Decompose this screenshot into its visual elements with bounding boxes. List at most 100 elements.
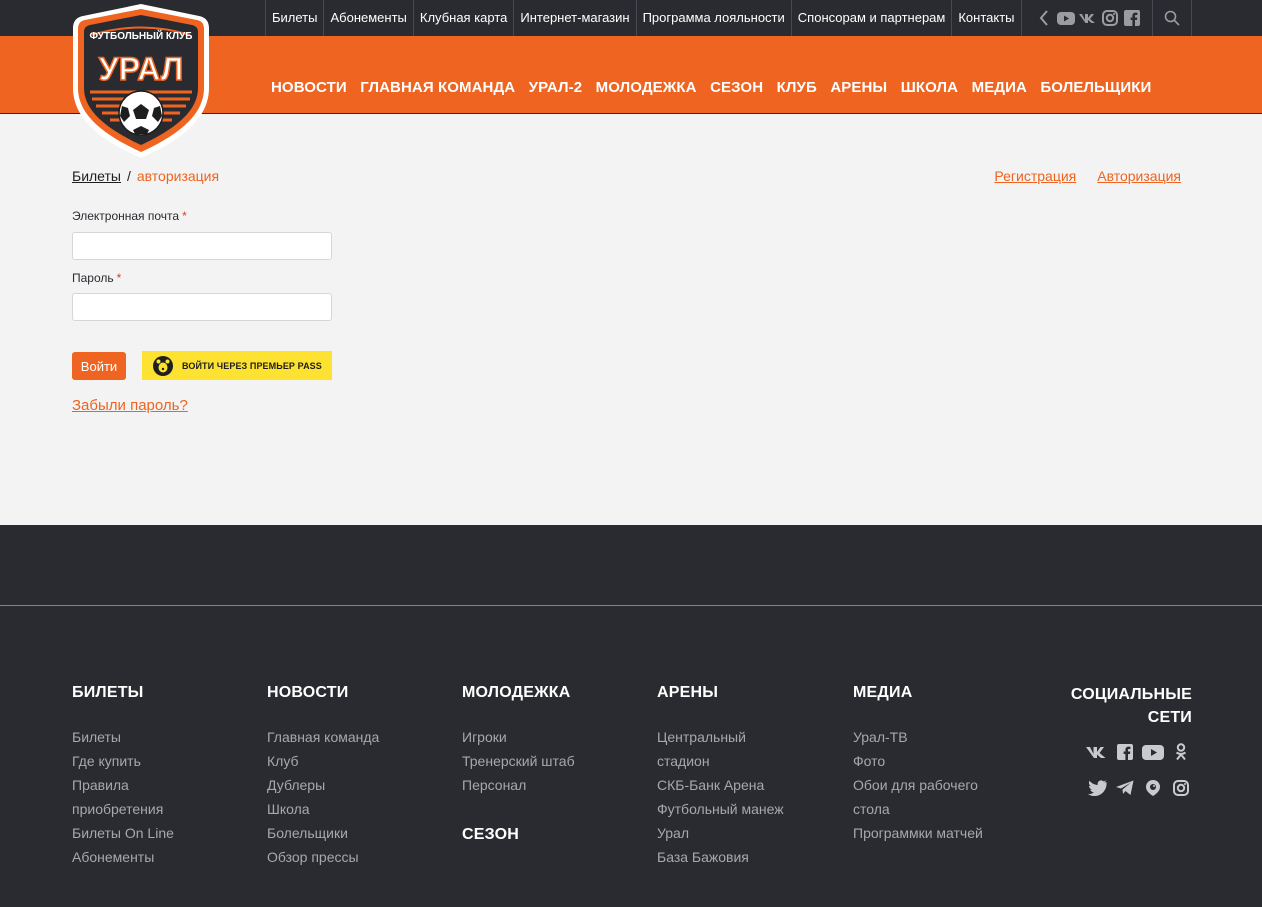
footer-link[interactable]: Билеты xyxy=(72,725,174,749)
instagram-icon[interactable] xyxy=(1099,0,1121,36)
footer-link[interactable]: Урал-ТВ xyxy=(853,725,983,749)
youtube-icon[interactable] xyxy=(1142,741,1164,763)
email-field[interactable] xyxy=(72,232,332,260)
footer-link[interactable]: Дублеры xyxy=(267,773,379,797)
social-title-line2: СЕТИ xyxy=(1147,709,1192,726)
login-link[interactable]: Авторизация xyxy=(1097,168,1181,184)
top-nav: Билеты Абонементы Клубная карта Интернет… xyxy=(265,0,1022,36)
email-label-text: Электронная почта xyxy=(72,209,180,223)
social-row-2 xyxy=(1071,777,1192,799)
twitter-icon[interactable] xyxy=(1086,777,1108,799)
footer-column-media: МЕДИА Урал-ТВ Фото Обои для рабочего сто… xyxy=(853,683,983,845)
main-nav-fans[interactable]: БОЛЕЛЬЩИКИ xyxy=(1040,79,1151,96)
footer-heading: МЕДИА xyxy=(853,684,913,701)
email-label: Электронная почта * xyxy=(72,209,187,223)
social-title-line1: СОЦИАЛЬНЫЕ xyxy=(1070,686,1192,703)
footer-link[interactable]: стадион xyxy=(657,749,784,773)
top-nav-club-card[interactable]: Клубная карта xyxy=(412,0,514,36)
top-nav-subscriptions[interactable]: Абонементы xyxy=(323,0,412,36)
footer-link[interactable]: Персонал xyxy=(462,773,575,797)
premier-pass-label: ВОЙТИ ЧЕРЕЗ ПРЕМЬЕР PASS xyxy=(182,360,322,371)
top-nav-tickets[interactable]: Билеты xyxy=(265,0,323,36)
footer-link[interactable]: Болельщики xyxy=(267,821,379,845)
social-row-1 xyxy=(1071,741,1192,763)
password-label-text: Пароль xyxy=(72,271,114,285)
main-nav-ural-2[interactable]: УРАЛ-2 xyxy=(529,79,583,96)
footer-link[interactable]: СКБ-Банк Арена xyxy=(657,773,784,797)
footer-link[interactable]: Урал xyxy=(657,821,784,845)
password-label: Пароль * xyxy=(72,271,121,285)
odnoklassniki-icon[interactable] xyxy=(1170,741,1192,763)
search-icon[interactable] xyxy=(1152,0,1192,36)
footer-link[interactable]: Тренерский штаб xyxy=(462,749,575,773)
footer-column-tickets: БИЛЕТЫ Билеты Где купить Правила приобре… xyxy=(72,683,174,869)
auth-links: Регистрация Авторизация xyxy=(973,168,1181,184)
footer-column-youth: МОЛОДЕЖКА Игроки Тренерский штаб Персона… xyxy=(462,683,575,844)
main-nav-youth[interactable]: МОЛОДЕЖКА xyxy=(596,79,697,96)
breadcrumb-current: авторизация xyxy=(136,168,220,184)
footer-heading-social: СОЦИАЛЬНЫЕ СЕТИ xyxy=(1071,683,1192,729)
footer-link[interactable]: Программки матчей xyxy=(853,821,983,845)
required-mark: * xyxy=(182,209,187,223)
footer-heading: БИЛЕТЫ xyxy=(72,684,144,701)
register-link[interactable]: Регистрация xyxy=(994,168,1076,184)
facebook-icon[interactable] xyxy=(1121,0,1143,36)
footer-link[interactable]: Главная команда xyxy=(267,725,379,749)
footer-link[interactable]: Билеты On Line xyxy=(72,821,174,845)
footer-heading: МОЛОДЕЖКА xyxy=(462,684,571,701)
breadcrumb-separator: / xyxy=(126,168,131,184)
main-nav-season[interactable]: СЕЗОН xyxy=(710,79,763,96)
footer-heading: АРЕНЫ xyxy=(657,684,719,701)
footer-link[interactable]: Обои для рабочего xyxy=(853,773,983,797)
club-logo[interactable]: ФУТБОЛЬНЫЙ КЛУБ УРАЛ xyxy=(70,2,212,160)
footer-divider xyxy=(0,605,1262,606)
footer-link[interactable]: Абонементы xyxy=(72,845,174,869)
footer-link[interactable]: Клуб xyxy=(267,749,379,773)
footer-link[interactable]: Школа xyxy=(267,797,379,821)
chevron-left-icon[interactable] xyxy=(1033,0,1055,36)
footer-link[interactable]: приобретения xyxy=(72,797,174,821)
footer-link[interactable]: База Бажовия xyxy=(657,845,784,869)
breadcrumb: Билеты / авторизация xyxy=(72,168,219,184)
footer: БИЛЕТЫ Билеты Где купить Правила приобре… xyxy=(0,525,1262,907)
footer-column-news: НОВОСТИ Главная команда Клуб Дублеры Шко… xyxy=(267,683,379,869)
forgot-password-link[interactable]: Забыли пароль? xyxy=(72,397,188,414)
main-nav-arenas[interactable]: АРЕНЫ xyxy=(830,79,887,96)
bear-icon xyxy=(152,355,174,377)
login-button[interactable]: Войти xyxy=(72,352,126,380)
top-nav-loyalty-program[interactable]: Программа лояльности xyxy=(635,0,791,36)
logo-caption: ФУТБОЛЬНЫЙ КЛУБ xyxy=(90,29,193,42)
main-nav-club[interactable]: КЛУБ xyxy=(777,79,817,96)
footer-link[interactable]: Футбольный манеж xyxy=(657,797,784,821)
footer-link[interactable]: стола xyxy=(853,797,983,821)
top-social-icons xyxy=(1033,0,1143,36)
password-field[interactable] xyxy=(72,293,332,321)
footer-heading-season[interactable]: СЕЗОН xyxy=(462,826,575,844)
youtube-icon[interactable] xyxy=(1055,0,1077,36)
periscope-icon[interactable] xyxy=(1142,777,1164,799)
footer-link[interactable]: Правила xyxy=(72,773,174,797)
main-nav-first-team[interactable]: ГЛАВНАЯ КОМАНДА xyxy=(360,79,515,96)
footer-heading: НОВОСТИ xyxy=(267,684,349,701)
footer-link[interactable]: Где купить xyxy=(72,749,174,773)
footer-link[interactable]: Игроки xyxy=(462,725,575,749)
facebook-icon[interactable] xyxy=(1114,741,1136,763)
footer-link[interactable]: Обзор прессы xyxy=(267,845,379,869)
main-nav-media[interactable]: МЕДИА xyxy=(972,79,1027,96)
footer-column-arenas: АРЕНЫ Центральный стадион СКБ-Банк Арена… xyxy=(657,683,784,869)
main-nav-news[interactable]: НОВОСТИ xyxy=(271,79,347,96)
logo-wordmark: УРАЛ xyxy=(99,51,183,87)
main-nav-school[interactable]: ШКОЛА xyxy=(901,79,958,96)
premier-pass-login-button[interactable]: ВОЙТИ ЧЕРЕЗ ПРЕМЬЕР PASS xyxy=(142,351,332,380)
top-nav-sponsors[interactable]: Спонсорам и партнерам xyxy=(790,0,952,36)
required-mark: * xyxy=(116,271,122,285)
vk-icon[interactable] xyxy=(1077,0,1099,36)
footer-link[interactable]: Центральный xyxy=(657,725,784,749)
top-nav-online-store[interactable]: Интернет-магазин xyxy=(513,0,635,36)
top-nav-contacts[interactable]: Контакты xyxy=(951,0,1022,36)
telegram-icon[interactable] xyxy=(1114,777,1136,799)
footer-link[interactable]: Фото xyxy=(853,749,983,773)
breadcrumb-tickets-link[interactable]: Билеты xyxy=(72,168,121,184)
instagram-icon[interactable] xyxy=(1170,777,1192,799)
vk-icon[interactable] xyxy=(1086,741,1108,763)
